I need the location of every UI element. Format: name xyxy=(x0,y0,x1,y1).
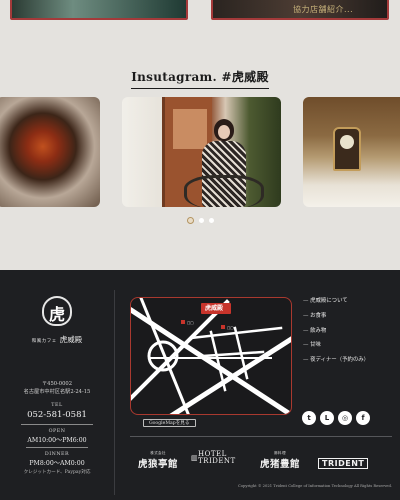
table-graphic xyxy=(184,175,264,207)
line-icon[interactable]: L xyxy=(320,411,334,425)
nav-item-dinner[interactable]: 夜ディナー（予約のみ） xyxy=(303,355,398,363)
instagram-slide-food[interactable] xyxy=(0,97,100,207)
instagram-heading: Insutagram. #虎威殿 xyxy=(0,66,400,89)
svg-text:□□: □□ xyxy=(187,321,194,325)
partner-1-name: 虎狼亭館 xyxy=(138,459,179,470)
clock-graphic xyxy=(333,127,361,171)
top-cards-strip: 協力店舗紹介... xyxy=(0,0,400,24)
site-footer: 虎 和風カフェ 虎威殿 〒450-0002 名古屋市中村区名駅2-24-15 TE… xyxy=(0,270,400,500)
brand-name-text: 虎威殿 xyxy=(59,335,83,344)
tel-number[interactable]: 052-581-0581 xyxy=(21,409,93,425)
top-card-right[interactable]: 協力店舗紹介... xyxy=(211,0,389,20)
nav-item-drinks[interactable]: 飲み物 xyxy=(303,326,398,334)
instagram-icon[interactable]: ◎ xyxy=(338,411,352,425)
footer-vertical-divider xyxy=(114,290,115,495)
copyright-text: Copyright © 2021 Trident College of Info… xyxy=(238,484,392,488)
svg-text:□□: □□ xyxy=(227,326,234,330)
partner-logos: 株式会社 虎狼亭館 ▥ HOTEL TRIDENT 豚料理 虎猪豊館 TRIDE… xyxy=(130,451,392,475)
google-map-button[interactable]: GoogleMapを見る xyxy=(143,419,196,427)
instagram-heading-text: Insutagram. #虎威殿 xyxy=(131,68,269,89)
partner-logo-1[interactable]: 株式会社 虎狼亭館 xyxy=(138,451,178,470)
partner-logo-3[interactable]: 豚料理 虎猪豊館 xyxy=(260,451,300,470)
top-card-right-text: 協力店舗紹介... xyxy=(293,5,354,14)
tel-label: TEL xyxy=(51,402,63,408)
top-card-left[interactable] xyxy=(10,0,188,20)
store-info: 〒450-0002 名古屋市中村区名駅2-24-15 TEL 052-581-0… xyxy=(0,380,114,476)
payment-note: クレジットカード、Paypay対応 xyxy=(23,470,91,476)
hotel-mark-icon: ▥ xyxy=(191,454,198,462)
dinner-hours: PM8:00～AM0:00 xyxy=(29,460,85,468)
nav-item-about[interactable]: 虎威殿について xyxy=(303,296,398,304)
open-label: OPEN xyxy=(48,428,66,434)
instagram-slide-woman-cafe[interactable] xyxy=(122,97,281,207)
tiger-logo-icon: 虎 xyxy=(36,292,78,330)
partner-logo-2[interactable]: ▥ HOTEL TRIDENT xyxy=(191,450,236,465)
postal-code: 〒450-0002 xyxy=(41,381,73,387)
address-line: 名古屋市中村区名駅2-24-15 xyxy=(23,389,91,396)
map-store-label: 虎威殿 xyxy=(205,305,224,312)
social-links: t L ◎ f xyxy=(302,411,370,425)
instagram-slide-interior[interactable] xyxy=(303,97,400,207)
nav-item-food[interactable]: お食事 xyxy=(303,311,398,319)
partner-logo-4[interactable]: TRIDENT xyxy=(318,451,369,470)
open-hours: AM10:00～PM6:00 xyxy=(27,436,87,444)
access-map[interactable]: □□ □□ 虎威殿 xyxy=(130,297,292,415)
facebook-icon[interactable]: f xyxy=(356,411,370,425)
carousel-dot-3[interactable] xyxy=(208,218,214,223)
map-streets: □□ □□ xyxy=(131,298,291,414)
hours-divider xyxy=(26,447,88,449)
carousel-dots xyxy=(0,217,400,224)
carousel-dot-2[interactable] xyxy=(198,218,204,223)
brand-name: 和風カフェ 虎威殿 xyxy=(0,334,114,345)
twitter-icon[interactable]: t xyxy=(302,411,316,425)
partner-4-name: TRIDENT xyxy=(318,458,369,469)
partner-2-name: HOTEL TRIDENT xyxy=(198,450,236,465)
footer-nav: 虎威殿について お食事 飲み物 甘味 夜ディナー（予約のみ） xyxy=(303,296,398,370)
dinner-label: DINNER xyxy=(44,452,70,458)
carousel-dot-1[interactable] xyxy=(186,217,194,224)
footer-brand[interactable]: 虎 和風カフェ 虎威殿 xyxy=(0,292,114,345)
nav-item-sweets[interactable]: 甘味 xyxy=(303,340,398,348)
footer-horizontal-divider xyxy=(130,436,392,437)
partner-3-name: 虎猪豊館 xyxy=(260,459,301,470)
brand-sub: 和風カフェ xyxy=(31,339,57,344)
logo-glyph: 虎 xyxy=(48,305,65,324)
instagram-carousel[interactable] xyxy=(0,97,400,209)
